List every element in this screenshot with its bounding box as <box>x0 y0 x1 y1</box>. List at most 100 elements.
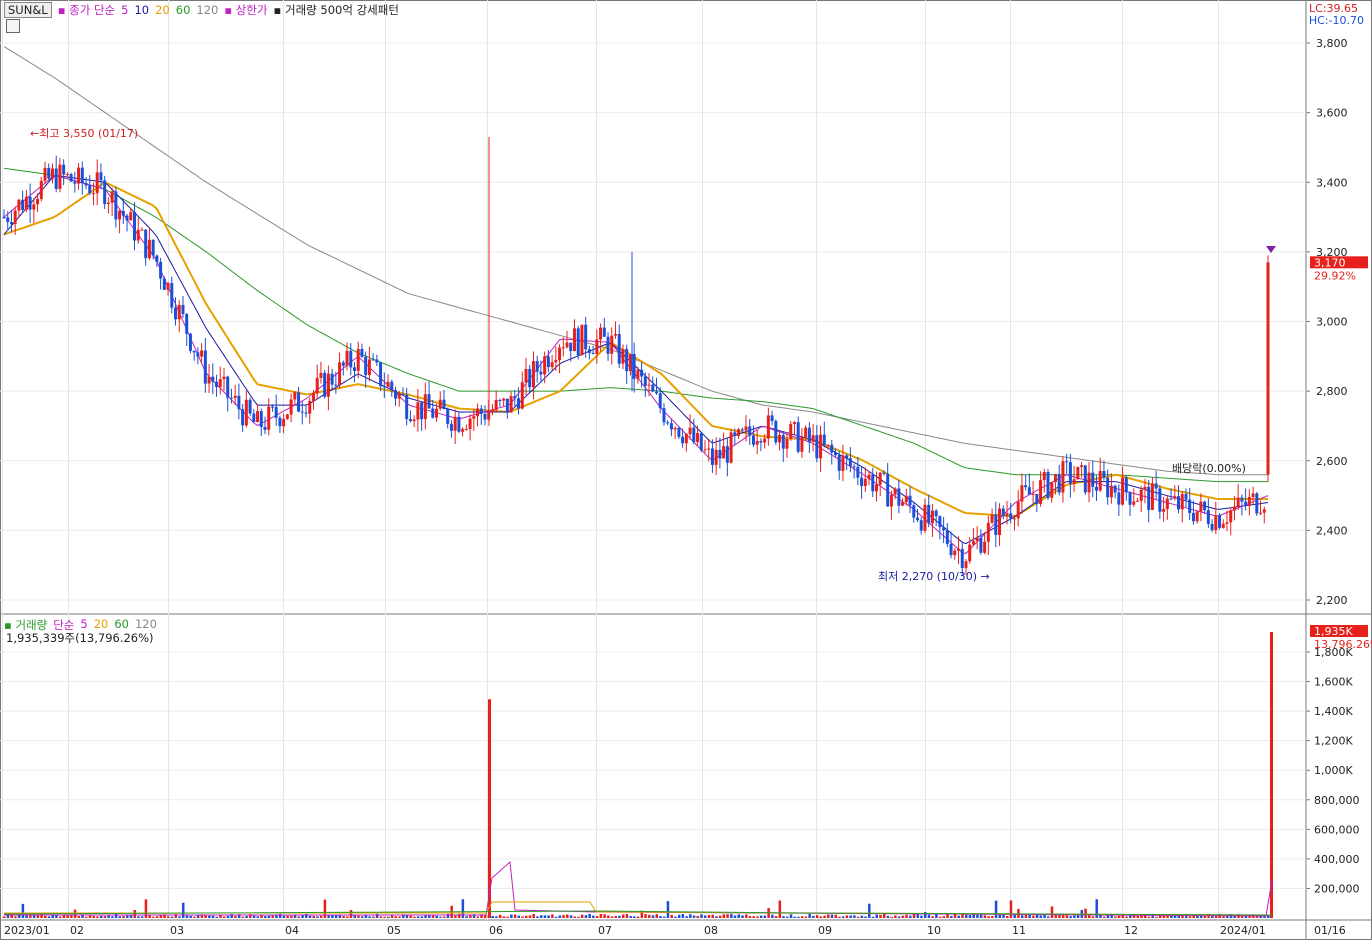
volume-bar <box>495 916 498 918</box>
high-annotation: ←최고 3,550 (01/17) <box>30 127 138 140</box>
volume-bar <box>394 916 398 918</box>
candle-body <box>54 168 58 189</box>
volume-bar <box>290 915 293 918</box>
candle-body <box>1113 485 1117 493</box>
candle-body <box>912 505 916 518</box>
volume-bar <box>58 916 62 918</box>
candle-body <box>1135 500 1139 502</box>
volume-bar <box>133 910 137 918</box>
volume-bar <box>312 915 315 918</box>
volume-bar <box>595 916 599 918</box>
volume-bar <box>655 914 659 918</box>
candle-body <box>696 433 700 443</box>
candle-body <box>688 427 692 435</box>
candle-body <box>919 520 923 531</box>
volume-bar <box>800 916 804 918</box>
volume-bar <box>99 915 103 918</box>
symbol-chip[interactable]: SUN&L <box>4 2 52 18</box>
candle-body <box>725 446 729 463</box>
candle-body <box>341 362 345 366</box>
volume-bar <box>703 915 707 918</box>
volume-bar <box>513 914 517 918</box>
candle-body <box>796 422 800 452</box>
candle-body <box>300 411 304 413</box>
candle-body <box>957 548 961 551</box>
volume-bar <box>379 916 383 918</box>
candle-body <box>390 381 394 391</box>
candle-body <box>774 421 778 443</box>
volume-bar <box>950 915 953 918</box>
volume-bar <box>879 915 882 918</box>
volume-bar <box>670 914 673 918</box>
candle-body <box>998 508 1002 536</box>
volume-bar <box>1222 916 1225 918</box>
candle-body <box>166 283 170 290</box>
candle-body <box>1083 465 1087 493</box>
candle-body <box>655 391 659 394</box>
candle-body <box>1068 462 1072 484</box>
candle-body <box>1229 510 1233 523</box>
volume-bar <box>502 916 506 918</box>
candle-body <box>226 376 230 398</box>
candle-body <box>1121 477 1125 505</box>
volume-bar <box>222 916 226 918</box>
candle-body <box>118 210 122 220</box>
candle-body <box>352 367 356 371</box>
candle-body <box>468 418 472 430</box>
table-icon[interactable] <box>6 19 20 33</box>
candle-body <box>1259 512 1263 514</box>
volume-bar <box>797 916 800 918</box>
volume-bar <box>118 916 122 918</box>
candle-body <box>848 458 852 467</box>
volume-bar <box>849 915 852 918</box>
candle-body <box>1236 497 1240 507</box>
candle-body <box>602 327 606 337</box>
last-price-label: 3,170 <box>1314 256 1346 269</box>
volume-bar <box>875 914 878 918</box>
candle-body <box>599 327 603 340</box>
stock-chart[interactable]: 2023/01 02 03 04 05 06 07 08 09 10 11 12 2024/01 01/1… <box>0 0 1372 940</box>
volume-bar <box>991 915 994 918</box>
candle-body <box>554 360 558 363</box>
volume-bar <box>271 915 274 918</box>
candle-body <box>457 416 461 432</box>
volume-bar <box>786 916 789 918</box>
candle-body <box>1124 477 1128 493</box>
volume-bar <box>532 914 535 918</box>
x-tick-label: 08 <box>704 924 718 937</box>
chart-frame <box>0 0 1372 940</box>
candle-body <box>375 359 379 363</box>
ma60-line <box>3 167 1268 483</box>
price-tick-label: 2,200 <box>1316 594 1348 607</box>
candle-body <box>274 406 278 418</box>
volume-bar <box>1125 916 1128 918</box>
volume-bar <box>838 916 841 918</box>
candle-body <box>863 478 867 487</box>
volume-bar <box>1050 906 1054 918</box>
volume-bar <box>827 914 830 918</box>
volume-bar <box>252 915 256 918</box>
hc-readout: HC:-10.70 <box>1308 14 1364 27</box>
volume-bar <box>338 915 342 918</box>
pattern-label: ▪ 거래량 500억 강세패턴 <box>273 3 399 17</box>
candle-body <box>420 402 424 420</box>
candle-body <box>1001 508 1005 517</box>
candle-body <box>155 255 159 262</box>
volume-bar <box>707 914 711 918</box>
x-tick-label: 05 <box>387 924 401 937</box>
volume-bar <box>890 916 893 918</box>
candle-body <box>651 384 655 392</box>
candle-body <box>1046 471 1050 498</box>
volume-bar <box>961 914 964 918</box>
candle-body <box>546 356 550 368</box>
volume-bar <box>1084 908 1087 918</box>
candle-body <box>192 350 196 353</box>
volume-bar <box>763 915 767 918</box>
candle-body <box>188 333 192 351</box>
candle-body <box>21 199 25 210</box>
volume-bar <box>454 915 457 918</box>
volume-bar <box>938 916 942 918</box>
candle-body <box>677 427 681 437</box>
volume-bar <box>987 916 990 918</box>
volume-bar <box>618 915 621 918</box>
